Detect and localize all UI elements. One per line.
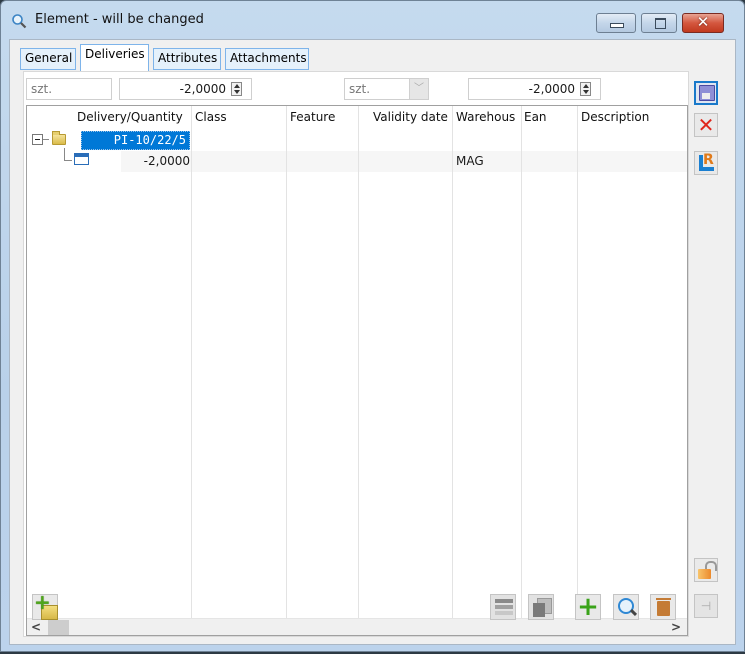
scroll-thumb[interactable] — [48, 620, 69, 635]
search-button[interactable] — [613, 594, 639, 620]
quantity-cell[interactable]: -2,0000 — [121, 154, 190, 168]
spin-updown-icon[interactable] — [580, 82, 591, 96]
window-title: Element - will be changed — [35, 12, 204, 27]
quantity-left-value: -2,0000 — [179, 82, 226, 96]
tree-line — [64, 160, 72, 161]
unit-left-value: szt. — [31, 82, 53, 96]
chevron-down-icon[interactable]: ﹀ — [409, 79, 428, 99]
deliveries-tree-grid[interactable]: Delivery/Quantity Class Feature Validity… — [26, 105, 688, 636]
list-icon — [495, 605, 513, 609]
collapse-icon[interactable] — [32, 134, 43, 145]
list-view-button[interactable] — [490, 594, 516, 620]
list-icon — [495, 599, 513, 603]
tree-line — [43, 139, 49, 140]
report-icon: R — [703, 152, 714, 168]
report-button[interactable]: R — [694, 151, 718, 175]
tab-general[interactable]: General — [20, 48, 76, 70]
scroll-right-icon[interactable]: > — [671, 620, 681, 634]
tab-attachments[interactable]: Attachments — [225, 48, 309, 70]
tree-line — [64, 148, 65, 160]
add-button[interactable]: + — [575, 594, 601, 620]
deliveries-panel: szt. -2,0000 szt. ﹀ -2,0000 Delivery/Qua… — [23, 71, 689, 637]
save-button[interactable] — [694, 81, 718, 105]
delete-button[interactable] — [650, 594, 676, 620]
close-icon: ✕ — [696, 13, 710, 31]
column-header-class[interactable]: Class — [195, 110, 227, 124]
column-divider — [452, 106, 453, 618]
quantity-right-value: -2,0000 — [528, 82, 575, 96]
list-icon — [495, 611, 513, 615]
lock-button[interactable] — [694, 558, 718, 582]
column-header-ean[interactable]: Ean — [524, 110, 547, 124]
row-stripe — [121, 151, 687, 172]
scroll-left-icon[interactable]: < — [31, 620, 41, 634]
close-button[interactable]: ✕ — [682, 13, 724, 33]
copy-button[interactable] — [528, 594, 554, 620]
warehouse-cell[interactable]: MAG — [456, 154, 484, 168]
quantity-left-stepper[interactable]: -2,0000 — [119, 78, 252, 100]
add-folder-icon: + — [34, 590, 51, 614]
column-divider — [521, 106, 522, 618]
column-header-delivery-quantity[interactable]: Delivery/Quantity — [77, 110, 183, 124]
pin-icon: ⊣ — [700, 599, 712, 613]
maximize-button[interactable] — [641, 13, 677, 33]
column-divider — [577, 106, 578, 618]
spin-updown-icon[interactable] — [231, 82, 242, 96]
minimize-button[interactable] — [596, 13, 636, 33]
column-header-feature[interactable]: Feature — [290, 110, 335, 124]
unit-right-value: szt. — [349, 82, 371, 96]
column-header-validity-date[interactable]: Validity date — [373, 110, 448, 124]
tab-attributes[interactable]: Attributes — [153, 48, 221, 70]
plus-icon: + — [577, 592, 599, 622]
delivery-cell[interactable]: PI-10/22/5 — [81, 131, 190, 150]
title-bar[interactable]: Element - will be changed ✕ — [1, 1, 744, 39]
column-header-warehouse[interactable]: Warehous — [456, 110, 515, 124]
pin-button[interactable]: ⊣ — [694, 594, 718, 618]
tab-deliveries[interactable]: Deliveries — [80, 44, 149, 71]
unit-right-dropdown[interactable]: szt. ﹀ — [344, 78, 429, 100]
unit-left-field[interactable]: szt. — [26, 78, 112, 100]
element-window: Element - will be changed ✕ General Deli… — [0, 0, 745, 652]
red-x-icon: ✕ — [697, 113, 715, 137]
column-header-description[interactable]: Description — [581, 110, 649, 124]
document-icon — [74, 153, 89, 165]
column-divider — [358, 106, 359, 618]
column-divider — [286, 106, 287, 618]
window-client: General Deliveries Attributes Attachment… — [9, 39, 736, 645]
column-divider — [191, 106, 192, 618]
magnifier-icon — [12, 14, 27, 29]
cancel-button[interactable]: ✕ — [694, 113, 718, 137]
add-folder-button[interactable]: + — [32, 590, 58, 620]
folder-icon — [52, 131, 66, 145]
quantity-right-stepper[interactable]: -2,0000 — [468, 78, 601, 100]
